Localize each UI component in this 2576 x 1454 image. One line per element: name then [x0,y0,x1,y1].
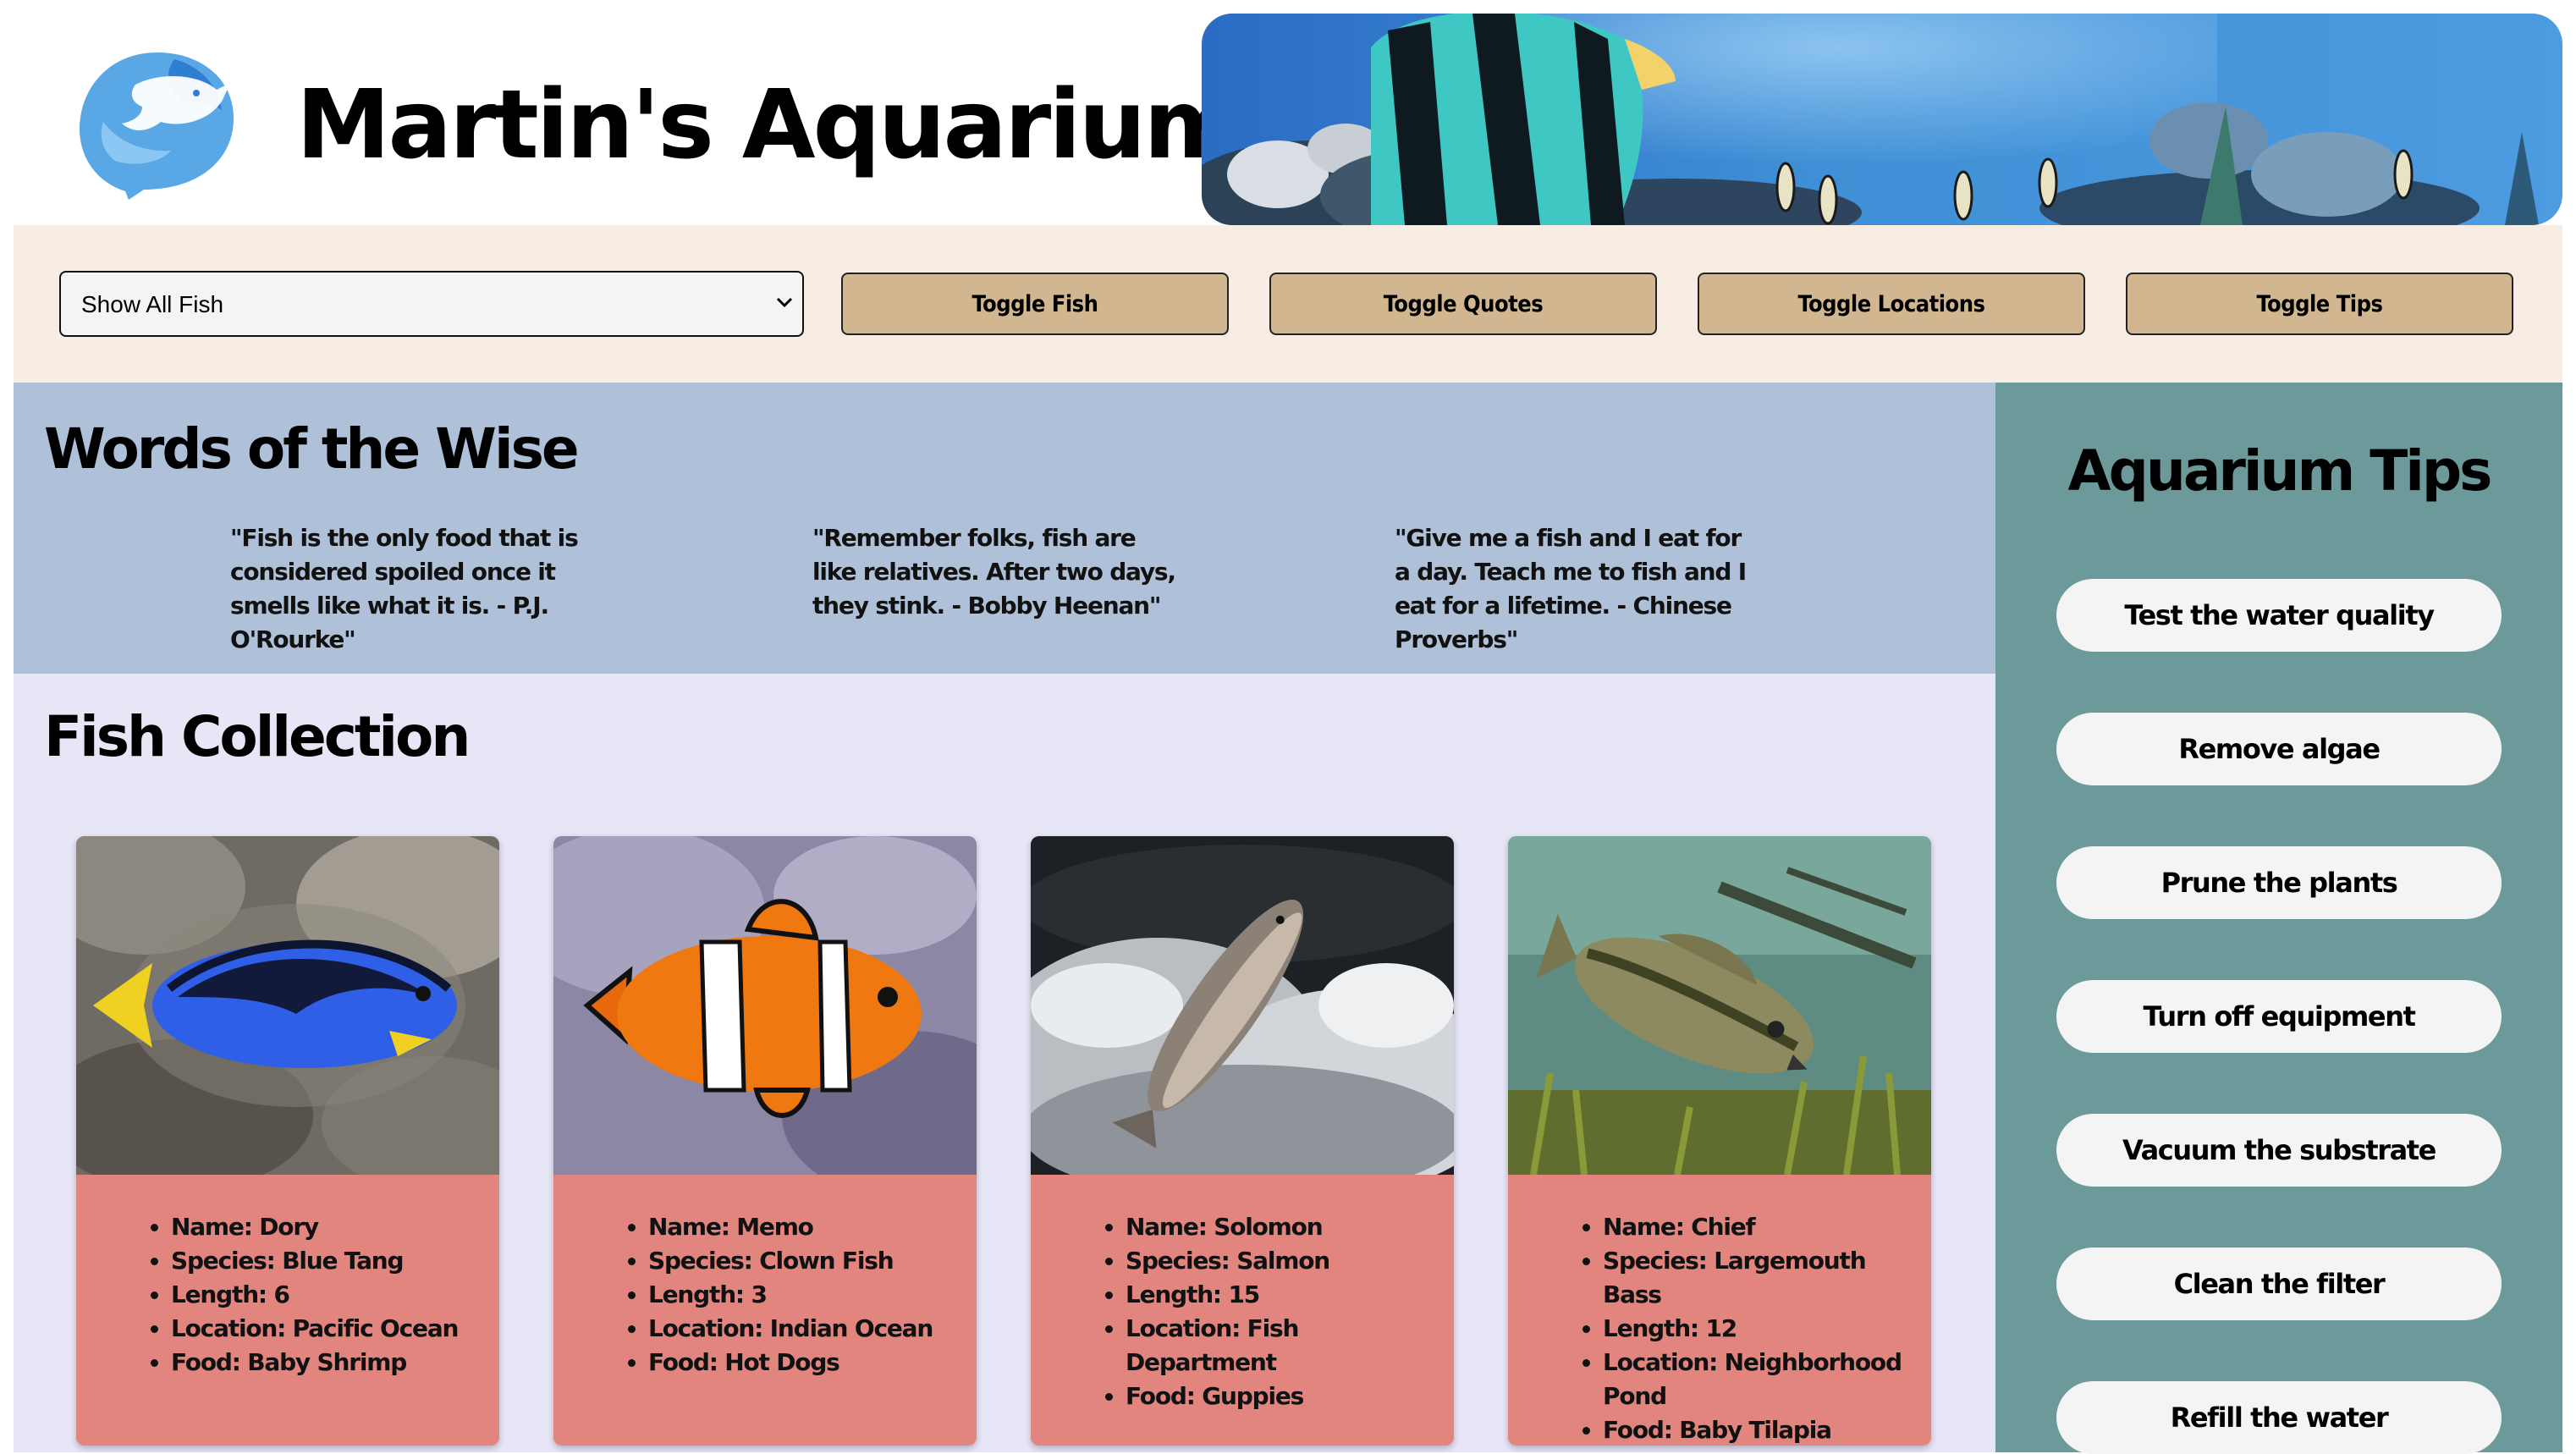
salmon-photo [1031,836,1454,1175]
fish-length: Length: 12 [1603,1312,1931,1346]
tip-turn-off-equipment-button[interactable]: Turn off equipment [2056,980,2502,1053]
fish-name: Name: Memo [648,1210,977,1244]
fish-name: Name: Dory [171,1210,499,1244]
site-title: Martin's Aquarium [296,70,1242,180]
fish-food: Food: Guppies [1126,1380,1454,1413]
aquarium-page: Martin's Aquarium Show All Fish Toggle F… [0,0,2576,1454]
tropical-fish-banner-image [1202,14,2562,225]
fish-food: Food: Baby Tilapia [1603,1413,1931,1446]
toggle-fish-button[interactable]: Toggle Fish [841,273,1229,335]
toggle-locations-button[interactable]: Toggle Locations [1698,273,2085,335]
blue-tang-photo [76,836,499,1175]
quote-item: "Remember folks, fish are like relatives… [812,524,1176,620]
tips-heading: Aquarium Tips [2067,438,2493,504]
fish-info: Name: Solomon Species: Salmon Length: 15… [1031,1175,1454,1446]
tip-prune-plants-button[interactable]: Prune the plants [2056,846,2502,919]
fish-species: Species: Clown Fish [648,1244,977,1278]
dolphin-logo-icon [80,52,234,200]
fish-food: Food: Baby Shrimp [171,1346,499,1380]
controls-bar: Show All Fish Toggle Fish Toggle Quotes … [14,225,2562,383]
fish-card[interactable]: Name: Dory Species: Blue Tang Length: 6 … [76,836,499,1446]
tip-remove-algae-button[interactable]: Remove algae [2056,713,2502,785]
fish-location: Location: Fish Department [1126,1312,1454,1380]
fish-location: Location: Indian Ocean [648,1312,977,1346]
fish-length: Length: 3 [648,1278,977,1312]
aquarium-tips-sidebar: Aquarium Tips Test the water quality Rem… [1995,383,2562,1454]
tip-vacuum-substrate-button[interactable]: Vacuum the substrate [2056,1114,2502,1187]
tip-refill-water-button[interactable]: Refill the water [2056,1381,2502,1454]
fish-info: Name: Dory Species: Blue Tang Length: 6 … [76,1175,499,1446]
clown-fish-photo [553,836,977,1175]
toggle-tips-button[interactable]: Toggle Tips [2126,273,2513,335]
fish-food: Food: Hot Dogs [648,1346,977,1380]
fish-info: Name: Chief Species: Largemouth Bass Len… [1508,1175,1931,1446]
fish-info: Name: Memo Species: Clown Fish Length: 3… [553,1175,977,1446]
fish-location: Location: Pacific Ocean [171,1312,499,1346]
quotes-heading: Words of the Wise [44,416,580,482]
site-header: Martin's Aquarium [0,0,2576,225]
tip-test-water-button[interactable]: Test the water quality [2056,579,2502,652]
fish-species: Species: Blue Tang [171,1244,499,1278]
fish-length: Length: 6 [171,1278,499,1312]
fish-card[interactable]: Name: Chief Species: Largemouth Bass Len… [1508,836,1931,1446]
fish-length: Length: 15 [1126,1278,1454,1312]
quote-item: "Fish is the only food that is considere… [230,524,579,653]
quotes-section: Words of the Wise "Fish is the only food… [14,383,1995,674]
fish-card[interactable]: Name: Memo Species: Clown Fish Length: 3… [553,836,977,1446]
collection-heading: Fish Collection [44,704,471,769]
fish-filter-select[interactable]: Show All Fish [59,271,804,337]
chevron-down-icon [776,297,793,308]
fish-species: Species: Largemouth Bass [1603,1244,1931,1312]
fish-species: Species: Salmon [1126,1244,1454,1278]
fish-collection-section: Fish Collection Name: Dory Spec [14,674,1995,1452]
quote-item: "Give me a fish and I eat for a day. Tea… [1395,524,1747,653]
fish-location: Location: Neighborhood Pond [1603,1346,1931,1413]
toggle-quotes-button[interactable]: Toggle Quotes [1269,273,1657,335]
fish-name: Name: Solomon [1126,1210,1454,1244]
tip-clean-filter-button[interactable]: Clean the filter [2056,1247,2502,1320]
fish-card[interactable]: Name: Solomon Species: Salmon Length: 15… [1031,836,1454,1446]
fish-name: Name: Chief [1603,1210,1931,1244]
largemouth-bass-photo [1508,836,1931,1175]
